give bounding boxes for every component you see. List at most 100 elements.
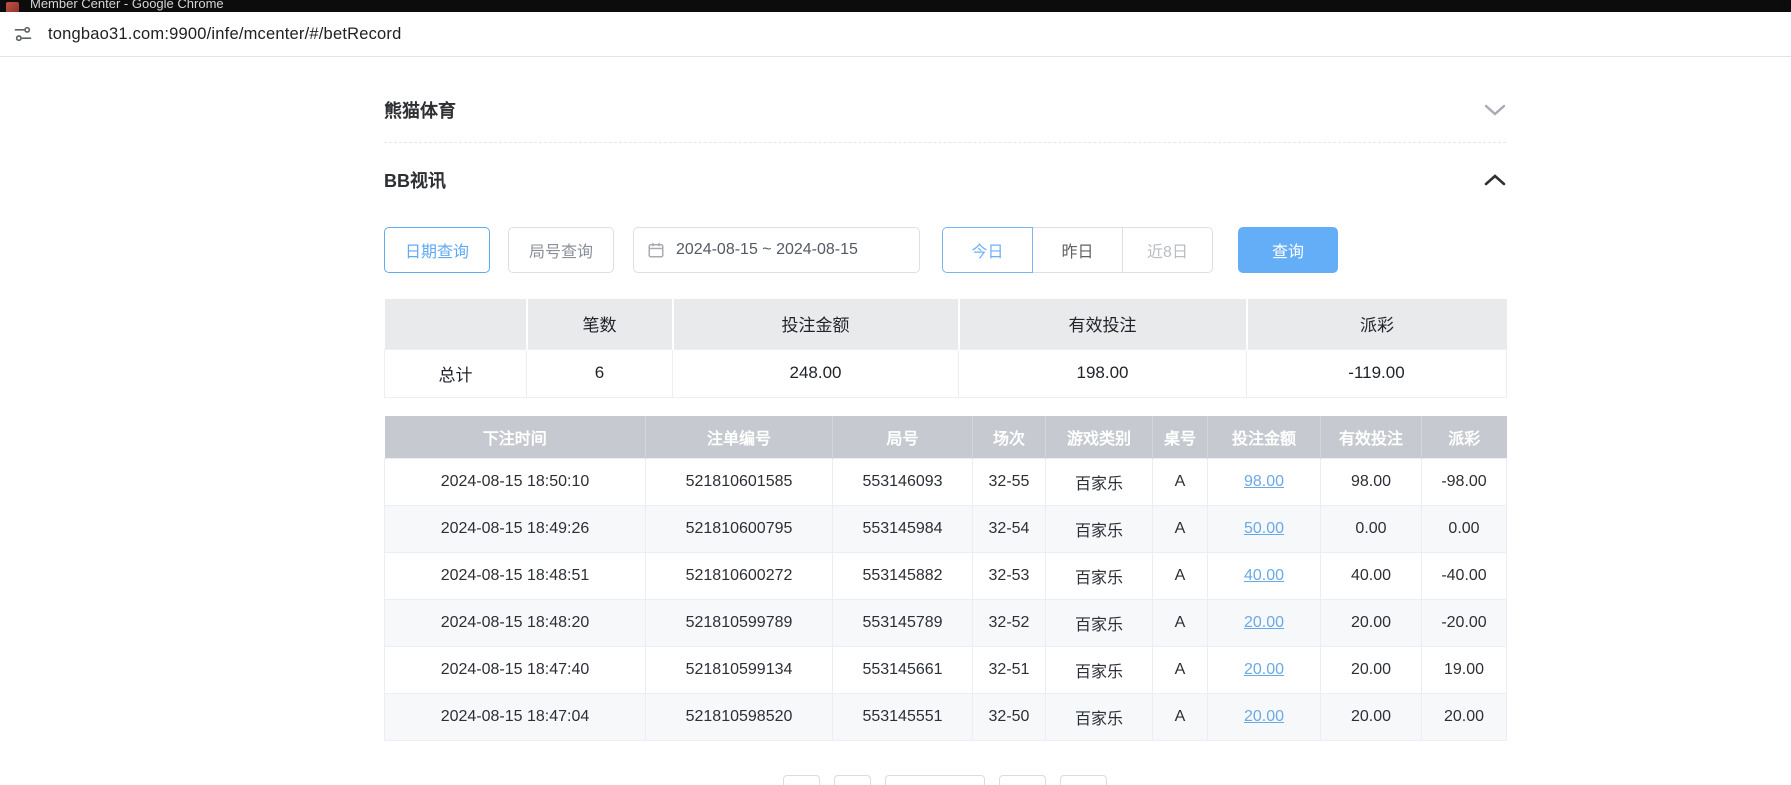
browser-window: Member Center - Google Chrome tongbao31.…	[0, 0, 1791, 785]
bet-record-page: 熊猫体育 BB视讯 日期查询 局号查询	[384, 57, 1506, 785]
game-type: 百家乐	[1046, 553, 1153, 600]
summary-bet-amount-value: 248.00	[673, 349, 959, 397]
bet-amount-cell: 20.00	[1208, 600, 1321, 647]
round-no: 553145882	[833, 553, 973, 600]
pagination-prev-button[interactable]	[783, 775, 820, 785]
pagination-page-size-select[interactable]	[885, 775, 985, 785]
valid-bet: 98.00	[1321, 459, 1422, 506]
section-title-bb: BB视讯	[384, 167, 446, 193]
quick-range-today-button[interactable]: 今日	[942, 227, 1033, 273]
session: 32-52	[973, 600, 1046, 647]
quick-range-last8days-button[interactable]: 近8日	[1122, 227, 1213, 273]
col-header-bet-amount: 投注金额	[1208, 416, 1321, 459]
url-text[interactable]: tongbao31.com:9900/infe/mcenter/#/betRec…	[48, 25, 402, 44]
table-row: 2024-08-15 18:47:40 521810599134 5531456…	[385, 647, 1507, 694]
round-no: 553145551	[833, 694, 973, 741]
bet-amount-link[interactable]: 20.00	[1244, 614, 1284, 631]
order-no: 521810600795	[646, 506, 833, 553]
game-type: 百家乐	[1046, 506, 1153, 553]
table-no: A	[1153, 553, 1208, 600]
table-row: 2024-08-15 18:50:10 521810601585 5531460…	[385, 459, 1507, 506]
summary-header-valid-bet: 有效投注	[959, 299, 1247, 349]
summary-header-count: 笔数	[527, 299, 673, 349]
table-no: A	[1153, 459, 1208, 506]
session: 32-50	[973, 694, 1046, 741]
window-title: Member Center - Google Chrome	[30, 0, 224, 11]
table-no: A	[1153, 506, 1208, 553]
round-no: 553146093	[833, 459, 973, 506]
site-favicon-icon	[6, 2, 19, 12]
window-title-bar: Member Center - Google Chrome	[0, 0, 1791, 12]
col-header-payout: 派彩	[1422, 416, 1507, 459]
payout: 0.00	[1422, 506, 1507, 553]
bet-time: 2024-08-15 18:50:10	[385, 459, 646, 506]
col-header-table-no: 桌号	[1153, 416, 1208, 459]
payout: -40.00	[1422, 553, 1507, 600]
valid-bet: 20.00	[1321, 694, 1422, 741]
bet-amount-cell: 98.00	[1208, 459, 1321, 506]
bet-amount-cell: 20.00	[1208, 694, 1321, 741]
col-header-time: 下注时间	[385, 416, 646, 459]
site-settings-icon[interactable]	[12, 23, 34, 45]
pagination-jump-input[interactable]	[1060, 775, 1107, 785]
bet-time: 2024-08-15 18:48:51	[385, 553, 646, 600]
filter-toolbar: 日期查询 局号查询 2024-08-15 ~ 2024-08-15 今日 昨日 …	[384, 227, 1506, 273]
pagination	[384, 775, 1506, 785]
bet-amount-link[interactable]: 20.00	[1244, 661, 1284, 678]
section-panda-sports[interactable]: 熊猫体育	[384, 77, 1506, 143]
table-row: 2024-08-15 18:47:04 521810598520 5531455…	[385, 694, 1507, 741]
order-no: 521810599134	[646, 647, 833, 694]
bet-time: 2024-08-15 18:49:26	[385, 506, 646, 553]
bet-amount-link[interactable]: 98.00	[1244, 473, 1284, 490]
search-button[interactable]: 查询	[1238, 227, 1338, 273]
col-header-valid-bet: 有效投注	[1321, 416, 1422, 459]
payout: -98.00	[1422, 459, 1507, 506]
valid-bet: 0.00	[1321, 506, 1422, 553]
section-bb-video[interactable]: BB视讯	[384, 149, 1506, 211]
session: 32-51	[973, 647, 1046, 694]
chevron-down-icon[interactable]	[1484, 103, 1506, 117]
col-header-round-no: 局号	[833, 416, 973, 459]
session: 32-55	[973, 459, 1046, 506]
round-no: 553145789	[833, 600, 973, 647]
quick-range-button-group: 今日 昨日 近8日	[942, 227, 1213, 273]
col-header-game-type: 游戏类别	[1046, 416, 1153, 459]
summary-header-row: 笔数 投注金额 有效投注 派彩	[385, 299, 1507, 349]
valid-bet: 20.00	[1321, 600, 1422, 647]
summary-table: 笔数 投注金额 有效投注 派彩 总计 6 248.00 198.00 -119.…	[384, 299, 1507, 398]
summary-row: 总计 6 248.00 198.00 -119.00	[385, 349, 1507, 397]
valid-bet: 20.00	[1321, 647, 1422, 694]
bet-amount-cell: 50.00	[1208, 506, 1321, 553]
game-type: 百家乐	[1046, 694, 1153, 741]
date-range-input[interactable]: 2024-08-15 ~ 2024-08-15	[633, 227, 920, 273]
pagination-page-button[interactable]	[834, 775, 871, 785]
chevron-up-icon[interactable]	[1484, 173, 1506, 187]
game-type: 百家乐	[1046, 459, 1153, 506]
col-header-order-no: 注单编号	[646, 416, 833, 459]
pagination-next-button[interactable]	[999, 775, 1046, 785]
table-no: A	[1153, 694, 1208, 741]
browser-url-bar: tongbao31.com:9900/infe/mcenter/#/betRec…	[0, 12, 1791, 57]
round-no: 553145984	[833, 506, 973, 553]
bet-amount-cell: 20.00	[1208, 647, 1321, 694]
summary-header-bet-amount: 投注金额	[673, 299, 959, 349]
quick-range-yesterday-button[interactable]: 昨日	[1032, 227, 1123, 273]
calendar-icon	[647, 241, 665, 259]
table-row: 2024-08-15 18:48:20 521810599789 5531457…	[385, 600, 1507, 647]
bet-amount-link[interactable]: 20.00	[1244, 708, 1284, 725]
order-no: 521810599789	[646, 600, 833, 647]
round-query-tab-button[interactable]: 局号查询	[508, 227, 614, 273]
date-query-tab-button[interactable]: 日期查询	[384, 227, 490, 273]
payout: -20.00	[1422, 600, 1507, 647]
summary-header-blank	[385, 299, 527, 349]
summary-header-payout: 派彩	[1247, 299, 1507, 349]
payout: 19.00	[1422, 647, 1507, 694]
game-type: 百家乐	[1046, 600, 1153, 647]
bet-amount-link[interactable]: 40.00	[1244, 567, 1284, 584]
summary-row-label: 总计	[385, 349, 527, 397]
col-header-session: 场次	[973, 416, 1046, 459]
session: 32-54	[973, 506, 1046, 553]
bet-time: 2024-08-15 18:48:20	[385, 600, 646, 647]
bet-amount-link[interactable]: 50.00	[1244, 520, 1284, 537]
bet-time: 2024-08-15 18:47:04	[385, 694, 646, 741]
